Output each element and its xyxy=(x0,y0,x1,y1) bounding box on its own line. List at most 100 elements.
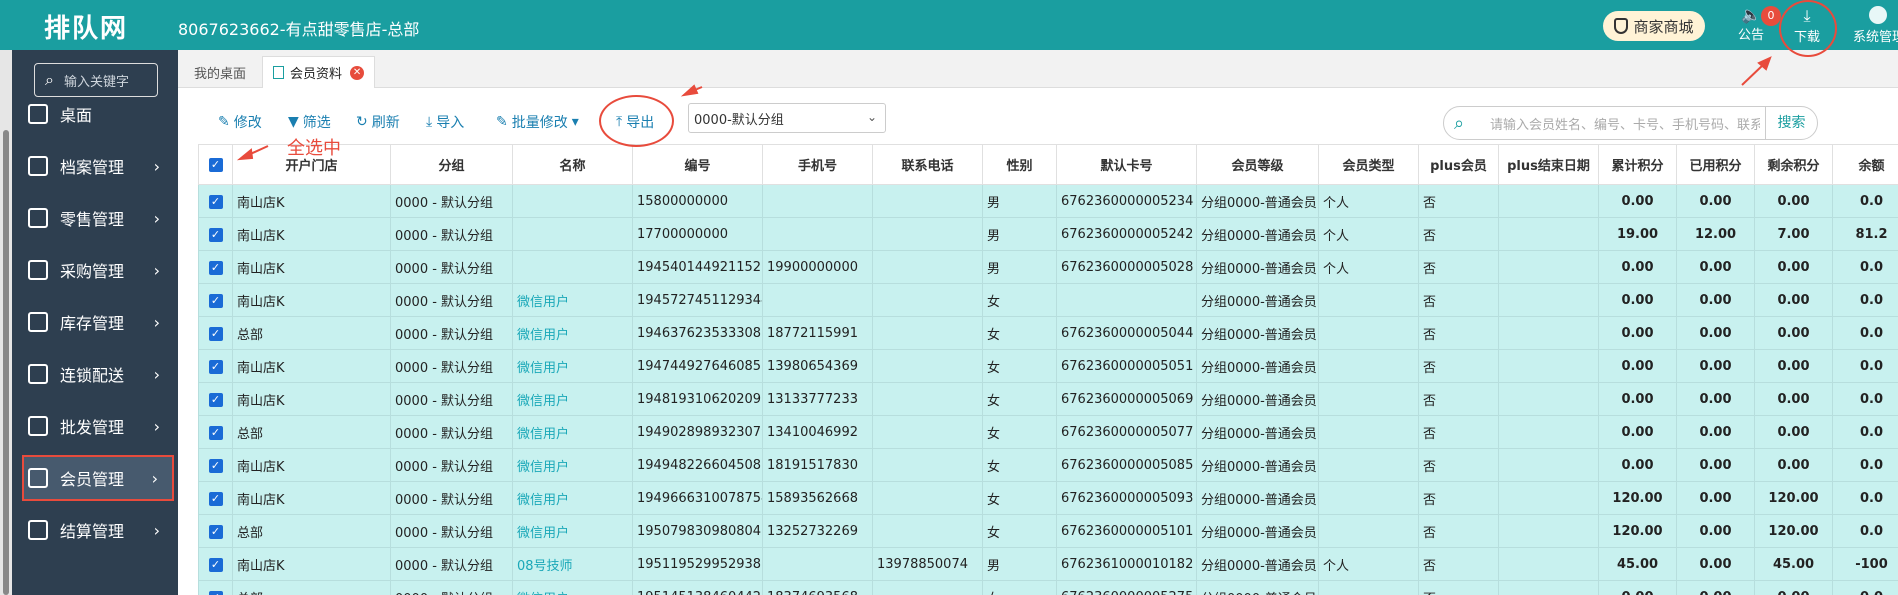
table-cell[interactable]: 微信用户 xyxy=(512,580,633,595)
table-row[interactable]: ✓ 南山店K 0000 - 默认分组 微信用户 1948193106202095 1313… xyxy=(198,382,1898,416)
table-row[interactable]: ✓ 总部 0000 - 默认分组 微信用户 1946376235333087 187721… xyxy=(198,316,1898,350)
edit-button[interactable]: ✎ 修改 xyxy=(218,112,262,132)
refresh-button[interactable]: ↻ 刷新 xyxy=(356,112,400,132)
table-cell: 否 xyxy=(1418,217,1499,251)
sidebar-item-2[interactable]: 零售管理 › xyxy=(24,195,174,241)
batch-edit-button[interactable]: ✎ 批量修改 ▾ xyxy=(496,112,579,132)
row-checkbox[interactable]: ✓ xyxy=(198,547,233,581)
row-checkbox[interactable]: ✓ xyxy=(198,184,233,218)
group-select[interactable]: 0000-默认分组 ⌄ xyxy=(688,103,886,133)
select-all-checkbox[interactable]: ✓ xyxy=(198,144,233,185)
check-icon: ✓ xyxy=(208,260,223,275)
close-tab-icon[interactable]: ✕ xyxy=(350,65,365,80)
table-cell[interactable]: 08号技师 xyxy=(512,547,633,581)
table-cell: 南山店K xyxy=(232,382,391,416)
sidebar-scrollbar[interactable] xyxy=(0,50,12,595)
column-header[interactable]: 默认卡号 xyxy=(1056,144,1197,185)
column-header[interactable]: plus结束日期 xyxy=(1498,144,1599,185)
check-icon: ✓ xyxy=(208,326,223,341)
table-cell xyxy=(1498,184,1599,218)
tab-member-profile[interactable]: 会员资料 ✕ xyxy=(262,56,376,88)
merchant-mall-label: 商家商城 xyxy=(1633,17,1694,36)
row-checkbox[interactable]: ✓ xyxy=(198,481,233,515)
table-row[interactable]: ✓ 南山店K 0000 - 默认分组 微信用户 1949482266045083 1819… xyxy=(198,448,1898,482)
scrollbar-thumb[interactable] xyxy=(3,130,9,595)
table-cell: 分组0000-普通会员 xyxy=(1196,382,1319,416)
table-row[interactable]: ✓ 南山店K 0000 - 默认分组 微信用户 1947449276460855 1398… xyxy=(198,349,1898,383)
table-cell[interactable]: 微信用户 xyxy=(512,448,633,482)
column-header[interactable]: 名称 xyxy=(512,144,633,185)
table-cell[interactable]: 微信用户 xyxy=(512,349,633,383)
table-cell: 0.0 xyxy=(1832,382,1898,416)
table-cell: 女 xyxy=(982,580,1057,595)
table-cell: 分组0000-普通会员 xyxy=(1196,283,1319,317)
tab-my-desktop[interactable]: 我的桌面 xyxy=(184,56,256,88)
store-title: 8067623662-有点甜零售店-总部 xyxy=(178,20,420,39)
row-checkbox[interactable]: ✓ xyxy=(198,316,233,350)
row-checkbox[interactable]: ✓ xyxy=(198,580,233,595)
table-cell: 总部 xyxy=(232,316,391,350)
sidebar-item-8[interactable]: 结算管理 › xyxy=(24,507,174,553)
table-cell xyxy=(1498,514,1599,548)
table-cell: -100 xyxy=(1832,547,1898,581)
sidebar-item-7[interactable]: 会员管理 › xyxy=(22,455,174,501)
table-row[interactable]: ✓ 南山店K 0000 - 默认分组 15800000000 男 676236000000… xyxy=(198,184,1898,218)
column-header[interactable]: plus会员 xyxy=(1418,144,1499,185)
table-row[interactable]: ✓ 南山店K 0000 - 默认分组 微信用户 1949666310078754 1589… xyxy=(198,481,1898,515)
table-row[interactable]: ✓ 南山店K 0000 - 默认分组 17700000000 男 676236000000… xyxy=(198,217,1898,251)
table-cell: 1946376235333087 xyxy=(632,316,763,350)
row-checkbox[interactable]: ✓ xyxy=(198,448,233,482)
table-row[interactable]: ✓ 总部0000 - 默认分组微信用户1951451384604422183746… xyxy=(198,580,1898,595)
column-header[interactable]: 手机号 xyxy=(762,144,873,185)
sidebar-item-3[interactable]: 采购管理 › xyxy=(24,247,174,293)
row-checkbox[interactable]: ✓ xyxy=(198,349,233,383)
table-row[interactable]: ✓ 总部 0000 - 默认分组 微信用户 1950798309808041 132527… xyxy=(198,514,1898,548)
sidebar-item-5[interactable]: 连锁配送 › xyxy=(24,351,174,397)
column-header[interactable]: 联系电话 xyxy=(872,144,983,185)
column-header[interactable]: 累计积分 xyxy=(1598,144,1677,185)
sidebar-item-0[interactable]: 桌面 xyxy=(24,91,174,137)
filter-button[interactable]: ▼ 筛选 xyxy=(288,112,331,132)
row-checkbox[interactable]: ✓ xyxy=(198,283,233,317)
table-cell: 0.00 xyxy=(1754,283,1833,317)
table-row[interactable]: ✓ 南山店K 0000 - 默认分组 08号技师 1951195299529388 139… xyxy=(198,547,1898,581)
table-cell xyxy=(1318,349,1419,383)
table-cell[interactable]: 微信用户 xyxy=(512,481,633,515)
import-button[interactable]: ⤓ 导入 xyxy=(426,112,464,132)
system-admin-button[interactable]: 系统管理 xyxy=(1853,6,1898,45)
table-cell: 0000 - 默认分组 xyxy=(390,481,513,515)
refresh-label: 刷新 xyxy=(371,115,400,131)
member-search-input[interactable]: ⌕ 请输入会员姓名、编号、卡号、手机号码、联系电话 搜索 xyxy=(1443,106,1818,140)
table-cell[interactable]: 微信用户 xyxy=(512,382,633,416)
row-checkbox[interactable]: ✓ xyxy=(198,217,233,251)
column-header[interactable]: 会员等级 xyxy=(1196,144,1319,185)
row-checkbox[interactable]: ✓ xyxy=(198,250,233,284)
sidebar-item-4[interactable]: 库存管理 › xyxy=(24,299,174,345)
row-checkbox[interactable]: ✓ xyxy=(198,514,233,548)
table-row[interactable]: ✓ 南山店K 0000 - 默认分组 1945401449211523 19900000… xyxy=(198,250,1898,284)
table-cell xyxy=(872,316,983,350)
sidebar-item-1[interactable]: 档案管理 › xyxy=(24,143,174,189)
table-cell[interactable]: 微信用户 xyxy=(512,415,633,449)
table-cell[interactable]: 微信用户 xyxy=(512,283,633,317)
column-header[interactable]: 余额 xyxy=(1832,144,1898,185)
table-cell[interactable]: 微信用户 xyxy=(512,514,633,548)
sidebar-item-6[interactable]: 批发管理 › xyxy=(24,403,174,449)
merchant-mall-button[interactable]: 商家商城 xyxy=(1603,11,1705,41)
table-cell[interactable]: 微信用户 xyxy=(512,316,633,350)
user-avatar-icon xyxy=(1869,6,1887,24)
download-annotation-circle xyxy=(1779,0,1837,57)
row-checkbox[interactable]: ✓ xyxy=(198,382,233,416)
table-row[interactable]: ✓ 总部 0000 - 默认分组 微信用户 1949028989323079 134100… xyxy=(198,415,1898,449)
table-cell: 0.00 xyxy=(1754,184,1833,218)
table-row[interactable]: ✓ 南山店K 0000 - 默认分组 微信用户 1945727451129344 女 分组0… xyxy=(198,283,1898,317)
column-header[interactable]: 分组 xyxy=(390,144,513,185)
column-header[interactable]: 剩余积分 xyxy=(1754,144,1833,185)
table-cell: 0000 - 默认分组 xyxy=(390,250,513,284)
column-header[interactable]: 会员类型 xyxy=(1318,144,1419,185)
column-header[interactable]: 已用积分 xyxy=(1676,144,1755,185)
search-button[interactable]: 搜索 xyxy=(1765,107,1817,139)
column-header[interactable]: 性别 xyxy=(982,144,1057,185)
column-header[interactable]: 编号 xyxy=(632,144,763,185)
row-checkbox[interactable]: ✓ xyxy=(198,415,233,449)
